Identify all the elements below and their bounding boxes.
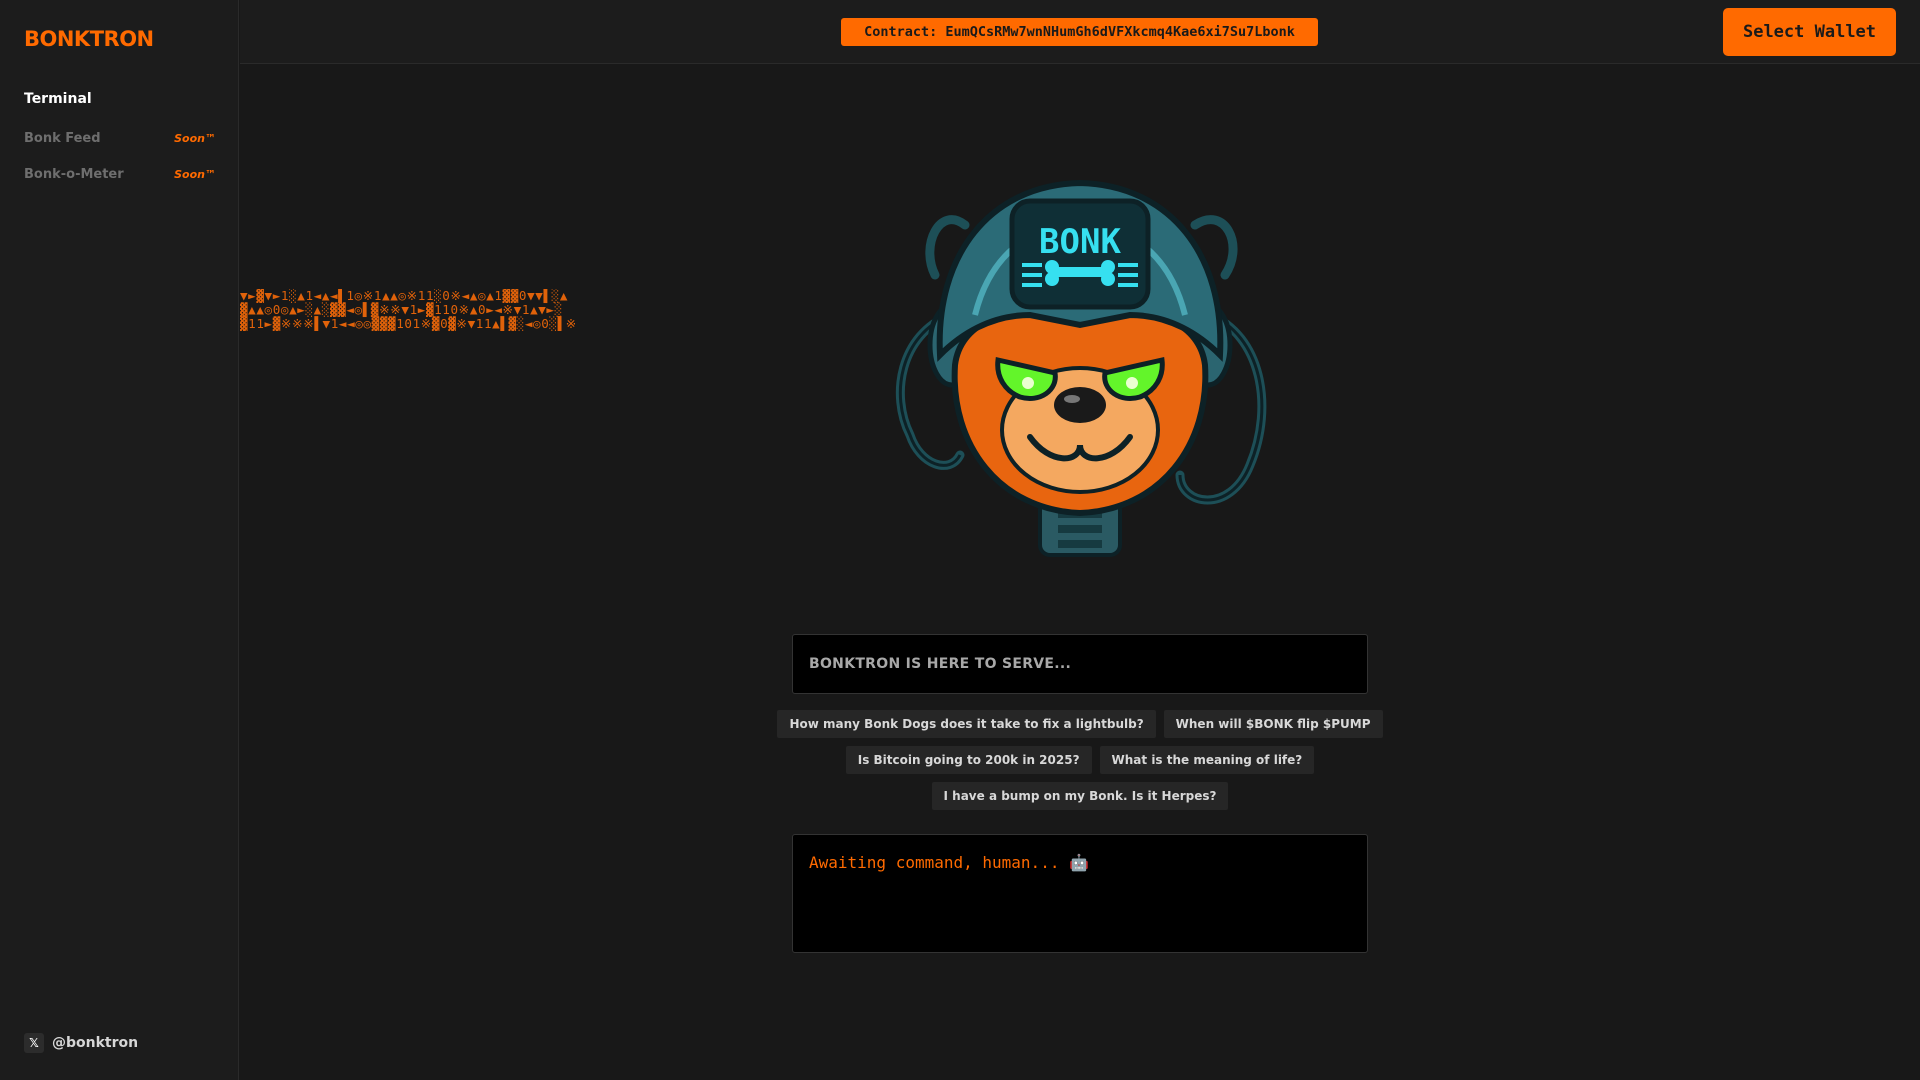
suggestion-chip[interactable]: Is Bitcoin going to 200k in 2025?: [845, 746, 1092, 774]
suggestion-chip[interactable]: I have a bump on my Bonk. Is it Herpes?: [931, 782, 1229, 810]
output-console: Awaiting command, human... 🤖: [792, 834, 1368, 953]
glyph-row: ▓▲▲◎0◎▲►░▲░▓▓◄◎▌▓※※▼1►▓110※▲0►◄※▼1▲▼►░: [240, 302, 563, 317]
topbar: Contract: EumQCsRMw7wnNHumGh6dVFXkcmq4Ka…: [240, 0, 1920, 64]
logo[interactable]: BONKTRON: [24, 27, 154, 51]
sidebar: BONKTRON Terminal Bonk Feed Soon™ Bonk-o…: [0, 0, 239, 1080]
suggestion-chip[interactable]: When will $BONK flip $PUMP: [1163, 710, 1383, 738]
social-handle: @bonktron: [52, 1035, 139, 1051]
soon-badge: Soon™: [174, 131, 216, 145]
sidebar-item-label: Terminal: [24, 91, 92, 107]
sidebar-item-label: Bonk Feed: [24, 130, 101, 146]
suggestions-row: I have a bump on my Bonk. Is it Herpes?: [792, 782, 1368, 810]
soon-badge: Soon™: [174, 167, 216, 181]
sidebar-item-bonk-feed[interactable]: Bonk Feed Soon™: [24, 127, 216, 149]
prompt-input[interactable]: [792, 634, 1368, 694]
console-text: Awaiting command, human... 🤖: [809, 853, 1090, 872]
twitter-link[interactable]: 𝕏 @bonktron: [24, 1033, 138, 1053]
suggestion-chip[interactable]: What is the meaning of life?: [1099, 746, 1315, 774]
select-wallet-button[interactable]: Select Wallet: [1723, 8, 1896, 56]
sidebar-item-terminal[interactable]: Terminal: [24, 88, 216, 110]
sidebar-item-bonk-o-meter[interactable]: Bonk-o-Meter Soon™: [24, 163, 216, 185]
glyph-row: ▓11►▓※※※▌▼1◄◄◎◎▓▓▓101※▓0▓※▼11▲▌▓░◄◎0░▌※: [240, 316, 577, 331]
app-root: BONKTRON Terminal Bonk Feed Soon™ Bonk-o…: [0, 0, 1920, 1080]
suggestions-row: How many Bonk Dogs does it take to fix a…: [777, 710, 1383, 738]
suggestion-chip[interactable]: How many Bonk Dogs does it take to fix a…: [777, 710, 1156, 738]
glyph-row: ▼►▓▼►1░▲1◄▲◄▌1◎※1▲▲◎※11░0※◄▲◎▲1▓▓0▼▼▌░▲: [240, 289, 569, 303]
contract-address-badge[interactable]: Contract: EumQCsRMw7wnNHumGh6dVFXkcmq4Ka…: [841, 18, 1318, 46]
helmet-text: BONK: [1039, 222, 1121, 262]
glyph-rain: ▼►▓▼►1░▲1◄▲◄▌1◎※1▲▲◎※11░0※◄▲◎▲1▓▓0▼▼▌░▲ …: [240, 289, 800, 331]
suggestions-row: Is Bitcoin going to 200k in 2025? What i…: [792, 746, 1368, 774]
x-icon: 𝕏: [24, 1033, 44, 1053]
bonk-bear-mascot-icon: BONK: [880, 165, 1280, 570]
sidebar-item-label: Bonk-o-Meter: [24, 166, 124, 182]
